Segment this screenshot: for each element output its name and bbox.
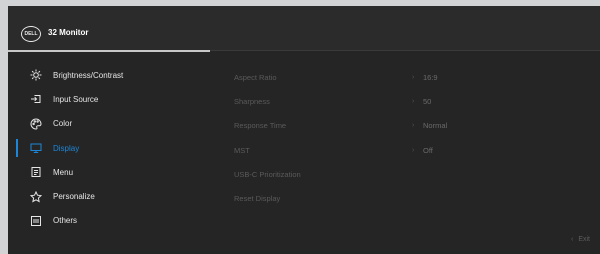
menu-item-label: Display	[53, 143, 80, 153]
monitor-title: 32 Monitor	[48, 28, 89, 37]
setting-mst[interactable]: MST › Off	[234, 138, 594, 162]
dell-logo: DELL	[21, 26, 41, 42]
setting-value: 50	[423, 96, 432, 106]
star-icon	[30, 190, 42, 203]
exit-button[interactable]: ‹ Exit	[571, 236, 590, 243]
menu-item-input-source[interactable]: Input Source	[8, 87, 228, 111]
setting-value: Normal	[423, 121, 448, 131]
menu-item-label: Color	[53, 119, 73, 129]
color-palette-icon	[30, 118, 42, 130]
setting-value: 16:9	[423, 72, 438, 82]
setting-usb-c-prioritization[interactable]: USB-C Prioritization	[234, 162, 594, 186]
setting-label: Sharpness	[234, 96, 270, 106]
input-source-icon	[30, 93, 42, 105]
menu-item-label: Others	[53, 216, 78, 226]
setting-value: Off	[423, 145, 433, 155]
setting-label: USB-C Prioritization	[234, 169, 301, 179]
menu-item-label: Input Source	[53, 94, 99, 104]
brightness-icon	[30, 69, 42, 81]
menu-item-label: Brightness/Contrast	[53, 70, 124, 80]
setting-label: MST	[234, 145, 250, 155]
header-divider-highlight	[8, 50, 210, 52]
menu-item-brightness-contrast[interactable]: Brightness/Contrast	[8, 63, 228, 87]
others-icon	[30, 215, 42, 227]
menu-item-personalize[interactable]: Personalize	[8, 184, 228, 208]
setting-sharpness[interactable]: Sharpness › 50	[234, 89, 594, 113]
setting-label: Response Time	[234, 121, 287, 131]
display-settings-panel: Aspect Ratio › 16:9 Sharpness › 50 Respo…	[234, 65, 594, 211]
setting-label: Aspect Ratio	[234, 72, 277, 82]
display-icon	[30, 142, 42, 154]
exit-label: Exit	[578, 236, 590, 243]
chevron-right-icon: ›	[412, 146, 415, 154]
chevron-right-icon: ›	[412, 97, 415, 105]
chevron-right-icon: ›	[412, 122, 415, 130]
menu-item-color[interactable]: Color	[8, 112, 228, 136]
chevron-left-icon: ‹	[570, 236, 574, 243]
osd-header: DELL 32 Monitor	[8, 6, 600, 50]
setting-response-time[interactable]: Response Time › Normal	[234, 114, 594, 138]
menu-icon	[30, 166, 42, 178]
setting-reset-display[interactable]: Reset Display	[234, 186, 594, 210]
menu-item-menu[interactable]: Menu	[8, 160, 228, 184]
setting-label: Reset Display	[234, 194, 281, 204]
setting-aspect-ratio[interactable]: Aspect Ratio › 16:9	[234, 65, 594, 89]
osd-panel: DELL 32 Monitor Brightness/Contrast Inpu…	[8, 6, 600, 254]
chevron-right-icon: ›	[412, 73, 415, 81]
main-menu: Brightness/Contrast Input Source Color D…	[8, 63, 228, 233]
menu-item-label: Personalize	[53, 192, 95, 202]
menu-item-label: Menu	[53, 167, 74, 177]
menu-item-others[interactable]: Others	[8, 209, 228, 233]
menu-item-display[interactable]: Display	[8, 136, 228, 160]
